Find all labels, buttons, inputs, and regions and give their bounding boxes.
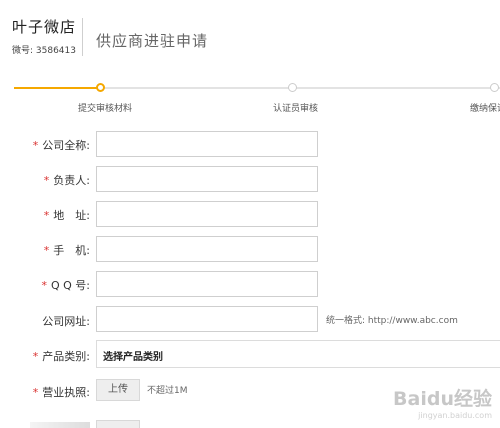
next-row-label-partial <box>30 422 90 428</box>
business-license-label: * 营业执照: <box>32 386 90 399</box>
watermark-url: jingyan.baidu.com <box>418 411 492 420</box>
shop-id: 微号: 3586413 <box>12 46 76 56</box>
required-mark: * <box>32 386 39 399</box>
address-input[interactable] <box>96 201 318 227</box>
required-mark: * <box>32 139 39 152</box>
required-mark: * <box>32 350 39 363</box>
website-format-hint: 统一格式: http://www.abc.com <box>326 316 458 326</box>
required-mark: * <box>41 279 47 292</box>
address-label: * 地 址: <box>43 209 90 222</box>
page: 叶子微店 微号: 3586413 供应商进驻申请 提交审核材料 认证员审核 缴纳… <box>0 0 500 428</box>
step-1-label: 提交审核材料 <box>78 104 133 114</box>
step-2-dot <box>288 83 297 92</box>
watermark-logo: Baidu经验 <box>393 388 492 410</box>
contact-person-label: * 负责人: <box>43 174 90 187</box>
company-name-label: * 公司全称: <box>32 139 90 152</box>
company-name-input[interactable] <box>96 131 318 157</box>
page-title: 供应商进驻申请 <box>96 32 209 50</box>
next-upload-button-partial[interactable] <box>96 420 140 428</box>
phone-input[interactable] <box>96 236 318 262</box>
required-mark: * <box>43 209 50 222</box>
upload-license-button[interactable]: 上传 <box>96 379 140 401</box>
product-category-select[interactable]: 选择产品类别 <box>96 340 500 368</box>
header-divider <box>82 18 83 56</box>
contact-person-input[interactable] <box>96 166 318 192</box>
shop-name: 叶子微店 <box>12 18 77 36</box>
phone-label: * 手 机: <box>43 244 90 257</box>
required-mark: * <box>43 244 50 257</box>
step-3-label: 缴纳保证 <box>470 104 500 114</box>
website-label: 公司网址: <box>42 315 90 328</box>
baidu-watermark: Baidu经验 jingyan.baidu.com <box>393 384 492 420</box>
category-label: * 产品类别: <box>32 350 90 363</box>
upload-size-hint: 不超过1M <box>147 386 188 396</box>
step-3-dot <box>490 83 499 92</box>
step-1-dot <box>96 83 105 92</box>
step-2-label: 认证员审核 <box>273 104 319 114</box>
website-input[interactable] <box>96 306 318 332</box>
progress-pending-line <box>102 87 500 89</box>
progress-completed-line <box>14 87 102 89</box>
qq-label: * Q Q 号: <box>41 279 90 292</box>
qq-input[interactable] <box>96 271 318 297</box>
required-mark: * <box>43 174 50 187</box>
